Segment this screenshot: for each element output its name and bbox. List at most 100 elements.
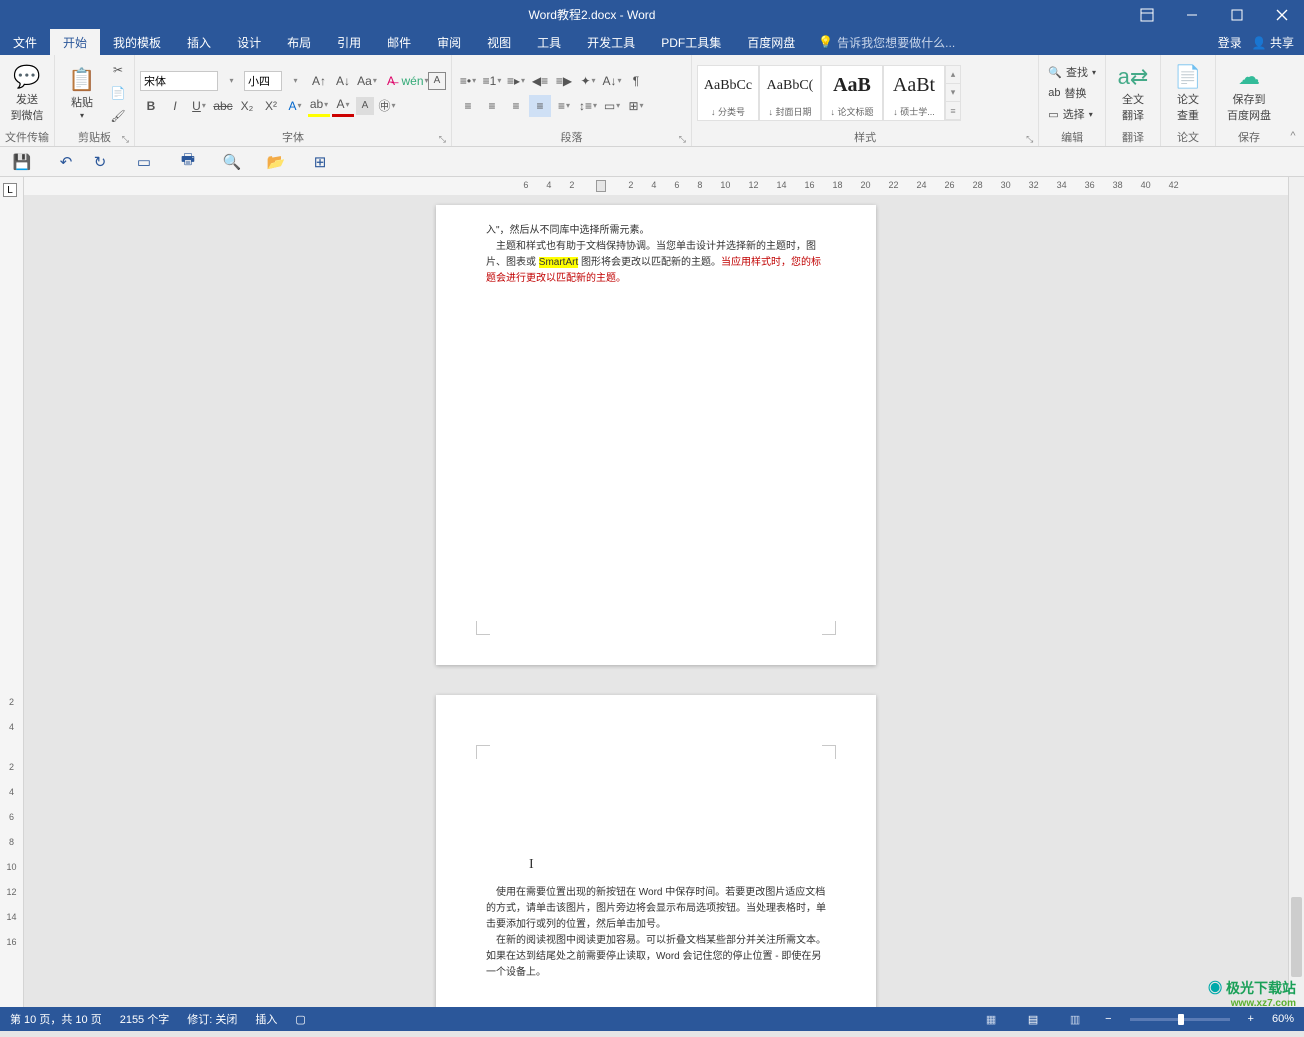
- increase-indent-button[interactable]: ≡▶: [553, 70, 575, 92]
- style-item[interactable]: AaBbCc↓ 分类号: [697, 65, 759, 121]
- asian-layout-button[interactable]: ✦: [577, 70, 599, 92]
- tell-me-search[interactable]: 💡 告诉我您想要做什么...: [808, 29, 1217, 55]
- qat-table-button[interactable]: ⊞: [310, 152, 330, 172]
- dialog-launcher-icon[interactable]: ⤡: [1026, 134, 1033, 145]
- send-to-wechat-button[interactable]: 💬 发送 到微信: [5, 60, 49, 126]
- italic-button[interactable]: I: [164, 95, 186, 117]
- vertical-ruler[interactable]: L 24 246 81012 1416: [0, 177, 24, 1007]
- tab-pdftools[interactable]: PDF工具集: [648, 29, 734, 55]
- styles-scroll[interactable]: ▴▾≡: [945, 65, 961, 121]
- multilevel-button[interactable]: ≡▸: [505, 70, 527, 92]
- font-name-dropdown[interactable]: [220, 70, 242, 92]
- tab-review[interactable]: 审阅: [424, 29, 474, 55]
- show-marks-button[interactable]: ¶: [625, 70, 647, 92]
- grow-font-button[interactable]: A↑: [308, 70, 330, 92]
- text-effects-button[interactable]: A: [284, 95, 306, 117]
- thesis-check-button[interactable]: 📄论文 查重: [1166, 60, 1210, 126]
- save-button[interactable]: 💾: [12, 152, 32, 172]
- qat-open-button[interactable]: 📂: [266, 152, 286, 172]
- shading-button[interactable]: ▭: [601, 95, 623, 117]
- copy-button[interactable]: 📄: [107, 82, 129, 104]
- qat-preview-button[interactable]: 🔍: [222, 152, 242, 172]
- replace-button[interactable]: ab替换: [1044, 83, 1100, 103]
- decrease-indent-button[interactable]: ◀≡: [529, 70, 551, 92]
- tab-tools[interactable]: 工具: [524, 29, 574, 55]
- translate-button[interactable]: a⇄全文 翻译: [1111, 60, 1155, 126]
- tab-home[interactable]: 开始: [50, 29, 100, 55]
- redo-button[interactable]: ↻: [90, 152, 110, 172]
- bold-button[interactable]: B: [140, 95, 162, 117]
- highlight-button[interactable]: ab: [308, 95, 330, 117]
- tab-references[interactable]: 引用: [324, 29, 374, 55]
- qat-print-button[interactable]: 🖶: [178, 152, 198, 172]
- indent-slider[interactable]: [596, 180, 606, 192]
- cut-button[interactable]: ✂: [107, 59, 129, 81]
- shrink-font-button[interactable]: A↓: [332, 70, 354, 92]
- zoom-out-button[interactable]: −: [1105, 1013, 1111, 1025]
- tab-mytemplates[interactable]: 我的模板: [100, 29, 174, 55]
- find-button[interactable]: 🔍查找▾: [1044, 62, 1100, 82]
- sort-button[interactable]: A↓: [601, 70, 623, 92]
- share-button[interactable]: 👤 共享: [1252, 34, 1294, 51]
- line-spacing-button[interactable]: ↕≡: [577, 95, 599, 117]
- undo-button[interactable]: ↶: [56, 152, 76, 172]
- char-border-button[interactable]: A: [428, 72, 446, 90]
- font-size-input[interactable]: [244, 71, 282, 91]
- align-center-button[interactable]: ≡: [481, 95, 503, 117]
- font-size-dropdown[interactable]: [284, 70, 306, 92]
- tab-developer[interactable]: 开发工具: [574, 29, 648, 55]
- zoom-level[interactable]: 60%: [1272, 1013, 1294, 1025]
- font-name-input[interactable]: [140, 71, 218, 91]
- tab-file[interactable]: 文件: [0, 29, 50, 55]
- style-item[interactable]: AaB↓ 论文标题: [821, 65, 883, 121]
- page-1[interactable]: 入"，然后从不同库中选择所需元素。 主题和样式也有助于文档保持协调。当您单击设计…: [436, 205, 876, 665]
- tab-view[interactable]: 视图: [474, 29, 524, 55]
- tab-insert[interactable]: 插入: [174, 29, 224, 55]
- underline-button[interactable]: U: [188, 95, 210, 117]
- justify-button[interactable]: ≡: [529, 95, 551, 117]
- page-2[interactable]: 使用在需要位置出现的新按钮在 Word 中保存时间。若要更改图片适应文档的方式，…: [436, 695, 876, 1007]
- horizontal-ruler[interactable]: 642 246 81012 141618 202224 262830 32343…: [24, 177, 1288, 195]
- align-left-button[interactable]: ≡: [457, 95, 479, 117]
- track-changes-status[interactable]: 修订: 关闭: [187, 1011, 237, 1027]
- document-text[interactable]: 使用在需要位置出现的新按钮在 Word 中保存时间。若要更改图片适应文档的方式，…: [486, 885, 826, 981]
- scrollbar-thumb[interactable]: [1291, 897, 1302, 977]
- tab-mailings[interactable]: 邮件: [374, 29, 424, 55]
- dialog-launcher-icon[interactable]: ⤡: [679, 134, 686, 145]
- tab-selector[interactable]: L: [3, 183, 17, 197]
- select-button[interactable]: ▭选择▾: [1044, 104, 1100, 124]
- tab-layout[interactable]: 布局: [274, 29, 324, 55]
- distribute-button[interactable]: ≡: [553, 95, 575, 117]
- read-mode-button[interactable]: ▦: [979, 1009, 1003, 1029]
- change-case-button[interactable]: Aa: [356, 70, 378, 92]
- dialog-launcher-icon[interactable]: ⤡: [439, 134, 446, 145]
- numbering-button[interactable]: ≡1: [481, 70, 503, 92]
- tab-baidudisk[interactable]: 百度网盘: [734, 29, 808, 55]
- style-item[interactable]: AaBbC(↓ 封面日期: [759, 65, 821, 121]
- save-to-baidu-button[interactable]: ☁保存到 百度网盘: [1221, 60, 1277, 126]
- superscript-button[interactable]: X²: [260, 95, 282, 117]
- style-item[interactable]: AaBt↓ 硕士学...: [883, 65, 945, 121]
- phonetic-button[interactable]: wén: [404, 70, 426, 92]
- minimize-button[interactable]: [1169, 0, 1214, 29]
- close-button[interactable]: [1259, 0, 1304, 29]
- collapse-ribbon-button[interactable]: ^: [1282, 55, 1304, 146]
- borders-button[interactable]: ⊞: [625, 95, 647, 117]
- tab-design[interactable]: 设计: [224, 29, 274, 55]
- zoom-in-button[interactable]: +: [1248, 1013, 1254, 1025]
- insert-mode[interactable]: 插入: [255, 1011, 277, 1027]
- subscript-button[interactable]: X₂: [236, 95, 258, 117]
- ribbon-options-icon[interactable]: [1124, 0, 1169, 29]
- paste-button[interactable]: 📋 粘贴 ▾: [60, 60, 104, 126]
- align-right-button[interactable]: ≡: [505, 95, 527, 117]
- enclose-char-button[interactable]: ㊥: [376, 95, 398, 117]
- clear-format-button[interactable]: A̶: [380, 70, 402, 92]
- zoom-slider[interactable]: [1130, 1018, 1230, 1021]
- bullets-button[interactable]: ≡•: [457, 70, 479, 92]
- qat-new-button[interactable]: ▭: [134, 152, 154, 172]
- document-scroll[interactable]: 642 246 81012 141618 202224 262830 32343…: [24, 177, 1288, 1007]
- maximize-button[interactable]: [1214, 0, 1259, 29]
- font-color-button[interactable]: A: [332, 95, 354, 117]
- document-text[interactable]: 入"，然后从不同库中选择所需元素。 主题和样式也有助于文档保持协调。当您单击设计…: [486, 223, 826, 287]
- vertical-scrollbar[interactable]: [1288, 177, 1304, 1007]
